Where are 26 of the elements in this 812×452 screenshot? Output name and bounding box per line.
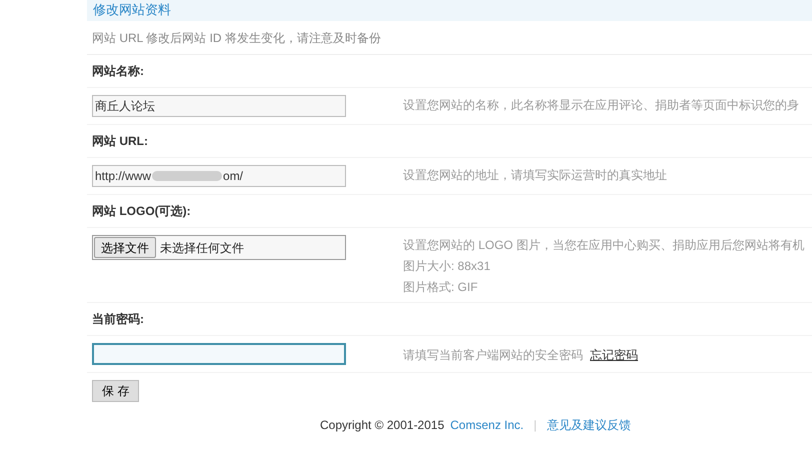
field-label: 网站 LOGO(可选): xyxy=(92,203,191,220)
url-field[interactable]: http://www om/ xyxy=(92,165,346,187)
url-text: http://www xyxy=(95,168,152,185)
field-description: 图片格式: GIF xyxy=(403,280,478,295)
url-text: om/ xyxy=(223,168,244,185)
text-input[interactable]: 商丘人论坛 xyxy=(92,95,346,117)
field-description: 图片大小: 88x31 xyxy=(403,259,490,274)
field-label: 当前密码: xyxy=(92,311,144,328)
save-button[interactable]: 保 存 xyxy=(92,380,140,402)
password-input[interactable] xyxy=(92,343,346,365)
field-description: 设置您网站的名称，此名称将显示在应用评论、捐助者等页面中标识您的身 xyxy=(403,98,799,113)
forgot-password-link[interactable]: 忘记密码 xyxy=(590,346,638,364)
section-title: 修改网站资料 xyxy=(93,3,172,17)
company-link[interactable]: Comsenz Inc. xyxy=(450,418,524,432)
field-description: 请填写当前客户端网站的安全密码 xyxy=(403,348,583,362)
field-label: 网站 URL: xyxy=(92,133,148,150)
feedback-link[interactable]: 意见及建议反馈 xyxy=(546,418,631,432)
separator-text: | xyxy=(534,418,537,432)
blurred-text xyxy=(152,171,222,181)
file-status: 未选择任何文件 xyxy=(160,240,244,256)
choose-file-button[interactable]: 选择文件 xyxy=(94,237,156,258)
copyright-text: Copyright © 2001-2015 xyxy=(320,418,444,432)
field-description: 设置您网站的地址，请填写实际运营时的真实地址 xyxy=(403,168,667,183)
field-description: 设置您网站的 LOGO 图片，当您在应用中心购买、捐助应用后您网站将有机 xyxy=(403,238,804,253)
notice-text: 网站 URL 修改后网站 ID 将发生变化，请注意及时备份 xyxy=(92,30,381,46)
field-label: 网站名称: xyxy=(92,63,144,80)
